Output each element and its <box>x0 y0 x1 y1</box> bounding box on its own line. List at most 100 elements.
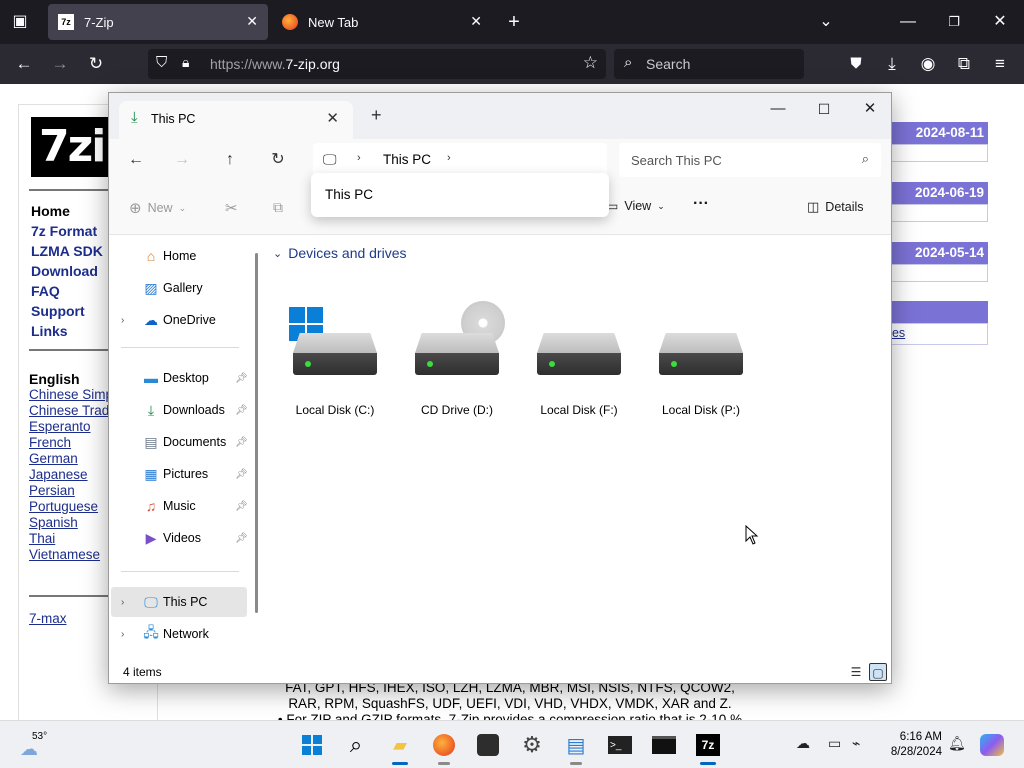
chevron-right-icon[interactable]: › <box>357 152 361 164</box>
chevron-right-icon[interactable]: › <box>121 315 124 326</box>
chevron-right-icon[interactable]: › <box>447 152 451 164</box>
copy-button[interactable]: ⧉ <box>273 199 283 216</box>
large-icons-view-icon[interactable]: ▢ <box>869 663 887 681</box>
news-link[interactable]: ges <box>880 323 988 345</box>
shield-icon[interactable]: ⛉ <box>156 54 167 71</box>
more-options-icon[interactable]: ··· <box>693 195 709 213</box>
sidebar-item-pictures[interactable]: ▦ Pictures 📌︎ <box>109 459 257 489</box>
taskbar-firefox-icon[interactable] <box>428 729 460 765</box>
reload-icon[interactable]: ↻ <box>78 44 114 84</box>
maximize-icon[interactable]: ☐ <box>801 97 847 121</box>
downloads-icon[interactable]: ⤓ <box>874 44 910 84</box>
view-button[interactable]: ▭ View ⌄ <box>607 199 665 213</box>
sidebar-item-network[interactable]: › 🖧 Network <box>109 619 257 649</box>
drive-item[interactable]: Local Disk (C:) <box>265 271 385 417</box>
menu-hamburger-icon[interactable]: ≡ <box>982 44 1018 84</box>
close-window-icon[interactable]: ✕ <box>847 97 891 121</box>
sidebar-item-home[interactable]: ⌂ Home <box>109 241 257 271</box>
close-tab-icon[interactable]: ✕ <box>326 109 339 127</box>
drive-item[interactable]: Local Disk (P:) <box>631 271 751 417</box>
browser-search-box[interactable]: ⌕ Search <box>614 49 804 79</box>
chevron-right-icon[interactable]: › <box>121 629 124 640</box>
language-link[interactable]: Chinese Trad <box>29 403 113 419</box>
list-all-tabs-chevron-icon[interactable]: ⌄ <box>812 0 840 44</box>
sidebar-item-documents[interactable]: ▤ Documents 📌︎ <box>109 427 257 457</box>
language-link[interactable]: French <box>29 435 113 451</box>
language-link[interactable]: Thai <box>29 531 113 547</box>
back-arrow-icon[interactable]: ← <box>121 147 151 173</box>
site-nav-download[interactable]: Download <box>31 261 103 281</box>
start-button[interactable] <box>296 729 328 761</box>
cloud-offline-icon[interactable]: ☁ <box>796 735 810 752</box>
taskbar-terminal-icon[interactable]: >_ <box>604 729 636 761</box>
browser-tab-new-tab[interactable]: New Tab ✕ <box>272 4 492 40</box>
forward-arrow-icon[interactable]: → <box>42 44 78 84</box>
language-link[interactable]: Japanese <box>29 467 113 483</box>
explorer-search-box[interactable]: Search This PC ⌕ <box>619 143 881 177</box>
extensions-icon[interactable]: ⧉ <box>946 44 982 84</box>
lock-icon[interactable]: 🔒︎ <box>182 54 189 71</box>
language-link[interactable]: Vietnamese <box>29 547 113 563</box>
site-nav-7z-format[interactable]: 7z Format <box>31 221 103 241</box>
drive-item[interactable]: CD Drive (D:) <box>387 271 507 417</box>
taskbar-settings-icon[interactable]: ⚙ <box>516 729 548 761</box>
taskbar-7zip-icon[interactable]: 7z <box>692 729 724 765</box>
details-view-icon[interactable]: ☰ <box>847 663 865 681</box>
details-button[interactable]: ◫ Details <box>807 199 864 215</box>
explorer-tab-this-pc[interactable]: ⤓ This PC ✕ <box>119 101 353 139</box>
system-clock[interactable]: 6:16 AM 8/28/2024 <box>858 730 942 760</box>
language-link[interactable]: Portuguese <box>29 499 113 515</box>
language-link[interactable]: German <box>29 451 113 467</box>
url-bar[interactable]: ⛉ 🔒︎ https://www.7-zip.org ☆ <box>148 49 606 79</box>
drive-item[interactable]: Local Disk (F:) <box>509 271 629 417</box>
restore-icon[interactable]: ❐ <box>940 0 968 44</box>
taskbar-cmd-icon[interactable] <box>648 729 680 761</box>
site-nav-support[interactable]: Support <box>31 301 103 321</box>
tab-overview-icon[interactable]: ▣ <box>6 0 34 44</box>
sidebar-item-downloads[interactable]: ⤓ Downloads 📌︎ <box>109 395 257 425</box>
breadcrumb-this-pc[interactable]: This PC <box>383 152 431 167</box>
back-arrow-icon[interactable]: ← <box>6 44 42 84</box>
language-link[interactable]: Spanish <box>29 515 113 531</box>
language-link[interactable]: Persian <box>29 483 113 499</box>
navigation-pane-scrollbar[interactable] <box>255 253 258 613</box>
pocket-icon[interactable]: ⛊ <box>838 44 874 84</box>
taskbar-notepad-icon[interactable]: ▤ <box>560 729 592 765</box>
site-nav-home[interactable]: Home <box>31 201 103 221</box>
browser-tab-7zip[interactable]: 7z 7-Zip ✕ <box>48 4 268 40</box>
minimize-icon[interactable]: — <box>755 97 801 121</box>
new-button[interactable]: ⊕ New ⌄ <box>129 199 186 217</box>
forward-arrow-icon[interactable]: → <box>167 147 197 173</box>
language-link[interactable]: Esperanto <box>29 419 113 435</box>
dropdown-item-this-pc[interactable]: This PC <box>325 187 373 202</box>
display-icon[interactable]: ▭ <box>828 735 841 752</box>
site-nav-faq[interactable]: FAQ <box>31 281 103 301</box>
sidebar-item-music[interactable]: ♫ Music 📌︎ <box>109 491 257 521</box>
site-nav-lzma-sdk[interactable]: LZMA SDK <box>31 241 103 261</box>
taskbar-search-icon[interactable]: ⌕ <box>340 729 372 761</box>
taskbar-file-explorer-icon[interactable]: ▰ <box>384 729 416 765</box>
site-link-7-max[interactable]: 7-max <box>29 611 67 626</box>
taskbar-app-icon[interactable] <box>472 729 504 761</box>
up-arrow-icon[interactable]: ↑ <box>215 147 245 173</box>
site-nav-links[interactable]: Links <box>31 321 103 341</box>
cut-button[interactable]: ✂ <box>225 199 238 217</box>
section-header[interactable]: ⌄ Devices and drives <box>273 245 407 261</box>
pin-icon[interactable]: 📌︎ <box>235 501 248 512</box>
sidebar-item-onedrive[interactable]: › ☁ OneDrive <box>109 305 257 335</box>
close-tab-icon[interactable]: ✕ <box>246 13 258 30</box>
account-icon[interactable]: ◉ <box>910 44 946 84</box>
weather-widget[interactable]: ☁ 53° <box>18 729 58 761</box>
language-link[interactable]: Chinese Simp <box>29 387 113 403</box>
chevron-right-icon[interactable]: › <box>121 597 124 608</box>
address-bar[interactable]: 🖵 › This PC › <box>313 143 607 177</box>
sidebar-item-videos[interactable]: ▶ Videos 📌︎ <box>109 523 257 553</box>
pin-icon[interactable]: 📌︎ <box>235 437 248 448</box>
copilot-icon[interactable] <box>976 729 1008 761</box>
pin-icon[interactable]: 📌︎ <box>235 373 248 384</box>
pin-icon[interactable]: 📌︎ <box>235 469 248 480</box>
sidebar-item-this-pc[interactable]: › 🖵 This PC <box>111 587 247 617</box>
refresh-icon[interactable]: ↻ <box>263 147 293 173</box>
new-tab-plus-icon[interactable]: + <box>371 105 382 126</box>
close-window-icon[interactable]: ✕ <box>986 0 1014 44</box>
